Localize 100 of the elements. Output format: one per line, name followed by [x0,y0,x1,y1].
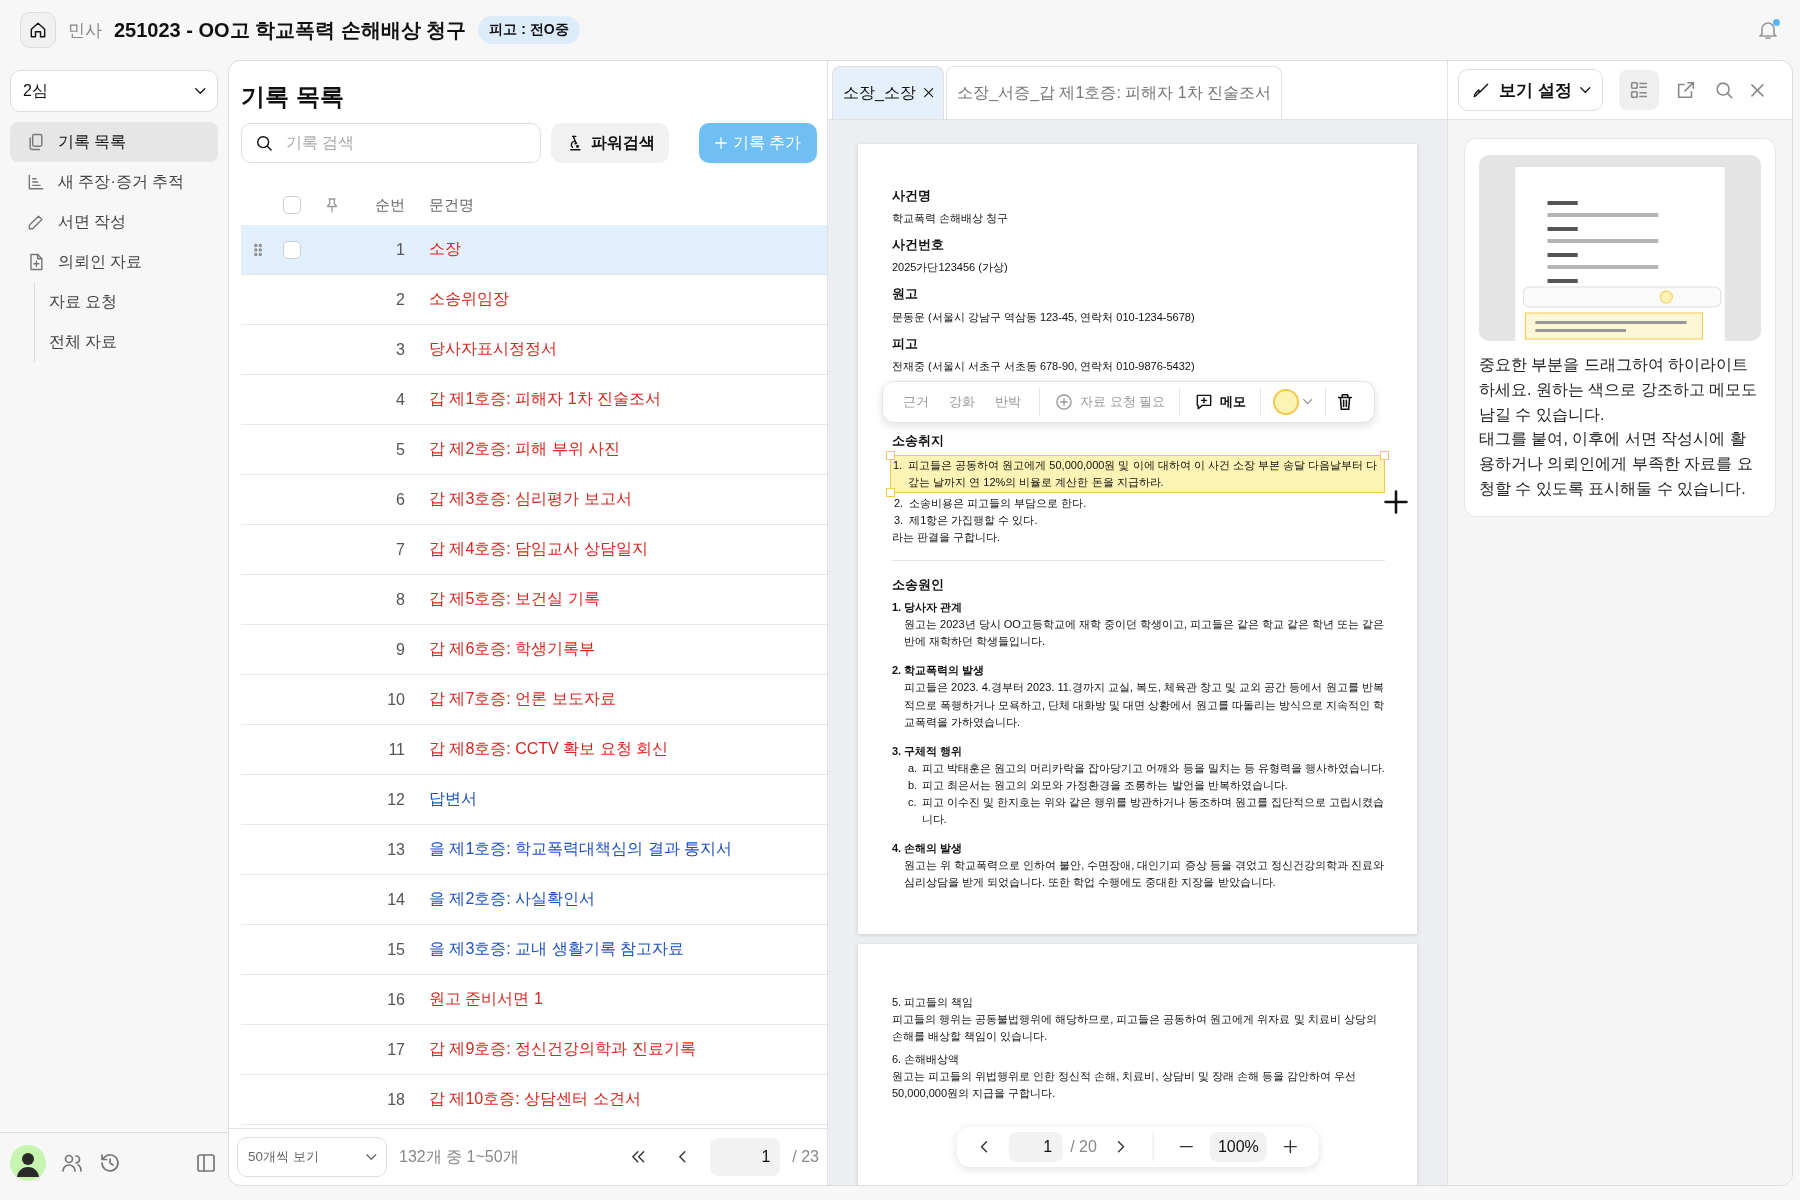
row-number: 6 [395,490,405,509]
case-title: 251023 - OO고 학교폭력 손해배상 청구 [114,17,467,43]
document-text: 라는 판결을 구합니다. [892,530,1002,546]
sidebar-toggle-button[interactable] [194,1151,218,1175]
document-tab[interactable]: 소장_소장 [832,66,945,119]
record-title: 갑 제1호증: 피해자 1차 진술조서 [428,389,662,409]
row-number: 7 [395,540,405,559]
record-title: 갑 제6호증: 학생기록부 [428,639,596,659]
section-heading: 피고 [892,334,919,353]
close-button[interactable] [1751,83,1765,97]
chevron-left-icon [679,1151,686,1163]
record-row[interactable]: 5 갑 제2호증: 피해 부위 사진 [241,425,827,475]
close-tab-button[interactable] [923,88,934,98]
case-category: 민사 [68,19,102,42]
document-tab[interactable]: 소장_서증_갑 제1호증: 피해자 1차 진술조서 [946,66,1283,119]
section-heading: 소송취지 [892,431,945,450]
pen-icon [26,212,46,232]
row-number: 9 [395,640,405,659]
page-input[interactable]: 1 [1008,1132,1063,1162]
nav-subitem[interactable]: 전체 자료 [35,322,218,362]
chevron-right-icon [1117,1141,1125,1153]
column-header: 문건명 [428,195,474,215]
record-title: 소송위임장 [428,289,509,309]
document-text: 학교폭력 손해배상 청구 [892,211,1010,227]
view-settings-button[interactable]: 보기 설정 [1458,69,1604,111]
crosshair-cursor-icon [1384,490,1408,514]
instance-select[interactable]: 2심 [10,70,218,112]
record-title: 갑 제3호증: 심리평가 보고서 [428,489,632,509]
chart-icon [26,172,46,192]
plus-circle-icon [1054,391,1074,412]
record-row[interactable]: 16 원고 준비서면 1 [241,975,827,1025]
page-size-select[interactable]: 50개씩 보기 [237,1137,387,1177]
record-row[interactable]: 11 갑 제8호증: CCTV 확보 요청 회신 [241,725,827,775]
plus-icon [714,137,727,149]
row-number: 18 [386,1090,405,1109]
history-icon [98,1151,122,1175]
double-chevron-left-icon [632,1151,645,1163]
resize-handle[interactable] [886,450,895,460]
record-title: 을 제1호증: 학교폭력대책심의 결과 통지서 [428,839,733,859]
record-title: 갑 제4호증: 담임교사 상담일지 [428,539,648,559]
panel-title: 기록 목록 [240,82,345,112]
search-field[interactable]: 기록 검색 [241,123,541,163]
record-title: 소장 [428,239,461,259]
row-number: 4 [395,390,405,409]
document-text: 피고들은 2023. 4.경부터 2023. 11.경까지 교실, 복도, 체육관 창고 및 교외 공간 등에서 원고를 반복적으로 폭행하거나 모욕하고, 단체 대화방 및 대면 상황에서 원고를 따돌리는 방식으로 지속적인 학교폭력을 가하였습니다. [903,680,1385,730]
record-title: 갑 제8호증: CCTV 확보 요청 회신 [428,739,669,759]
close-icon [923,88,934,98]
resize-handle[interactable] [886,488,895,497]
record-row[interactable]: 3 당사자표시정정서 [241,325,827,375]
nav-item[interactable]: 기록 목록 [10,122,218,162]
record-title: 갑 제5호증: 보건실 기록 [428,589,600,609]
list-view-button[interactable] [1619,70,1660,110]
record-row[interactable]: 17 갑 제9호증: 정신건강의학과 진료기록 [241,1025,827,1075]
record-row[interactable]: 2 소송위임장 [241,275,827,325]
row-number: 3 [395,340,405,359]
memo-button[interactable]: 메모 [1188,391,1253,412]
record-row[interactable]: 14 을 제2호증: 사실확인서 [241,875,827,925]
party-badge: 피고 : 전O중 [478,16,580,44]
record-row[interactable]: 8 갑 제5호증: 보건실 기록 [241,575,827,625]
page-input[interactable]: 1 [710,1138,781,1176]
range-text: 132개 중 1~50개 [399,1146,519,1167]
home-icon [28,20,48,40]
item-heading: 2. 학교폭력의 발생 [892,663,986,679]
record-row[interactable]: 9 갑 제6호증: 학생기록부 [241,625,827,675]
record-row[interactable]: 1 소장 [241,225,827,275]
record-row[interactable]: 7 갑 제4호증: 담임교사 상담일지 [241,525,827,575]
document-text: 전재중 (서울시 서초구 서초동 678-90, 연락처 010-9876-5432) [892,358,1196,374]
record-row[interactable]: 13 을 제1호증: 학교폭력대책심의 결과 통지서 [241,825,827,875]
record-title: 갑 제9호증: 정신건강의학과 진료기록 [428,1039,696,1059]
record-row[interactable]: 4 갑 제1호증: 피해자 1차 진술조서 [241,375,827,425]
row-number: 15 [386,940,405,959]
nav-subitem[interactable]: 자료 요청 [35,282,218,322]
user-avatar[interactable] [10,1145,46,1181]
nav-item[interactable]: 서면 작성 [10,202,218,242]
record-row[interactable]: 6 갑 제3호증: 심리평가 보고서 [241,475,827,525]
notification-button[interactable] [1756,18,1780,42]
row-number: 11 [387,740,405,759]
document-text: 원고는 위 학교폭력으로 인하여 불안, 수면장애, 대인기피 증상 등을 겪었고 정신건강의학과 진료와 심리상담을 받게 되었습니다. 또한 학업 수행에도 중대한 지장을 받았습니다. [903,857,1385,890]
power-search-button[interactable]: 파워검색 [551,123,669,163]
record-row[interactable]: 15 을 제3호증: 교내 생활기록 참고자료 [241,925,827,975]
minus-icon [1179,1145,1193,1149]
sidebar-icon [194,1151,218,1175]
highlighter-icon [1471,80,1491,100]
nav-item[interactable]: 새 주장·증거 추적 [10,162,218,202]
section-heading: 사건명 [892,187,932,205]
record-row[interactable]: 12 답변서 [241,775,827,825]
resize-handle[interactable] [1380,450,1389,460]
page-total: / 23 [792,1148,819,1166]
row-number: 5 [395,440,405,459]
record-row[interactable]: 18 갑 제10호증: 상담센터 소견서 [241,1075,827,1125]
history-button[interactable] [98,1151,122,1175]
item-heading: 3. 구체적 행위 [892,743,964,759]
nav-item[interactable]: 의뢰인 자료 [10,242,218,282]
row-number: 10 [386,690,405,709]
record-row[interactable]: 10 갑 제7호증: 언론 보도자료 [241,675,827,725]
list-item: 2. 소송비용은 피고들의 부담으로 한다. [893,496,1088,511]
row-checkbox[interactable] [283,240,301,259]
home-button[interactable] [20,12,56,48]
document-text: 원고는 2023년 당시 OO고등학교에 재학 중이던 학생이고, 피고들은 같은 학교 같은 학년 또는 같은 반에 재학하던 학생들입니다. [903,617,1385,650]
select-all-checkbox[interactable] [283,196,301,214]
